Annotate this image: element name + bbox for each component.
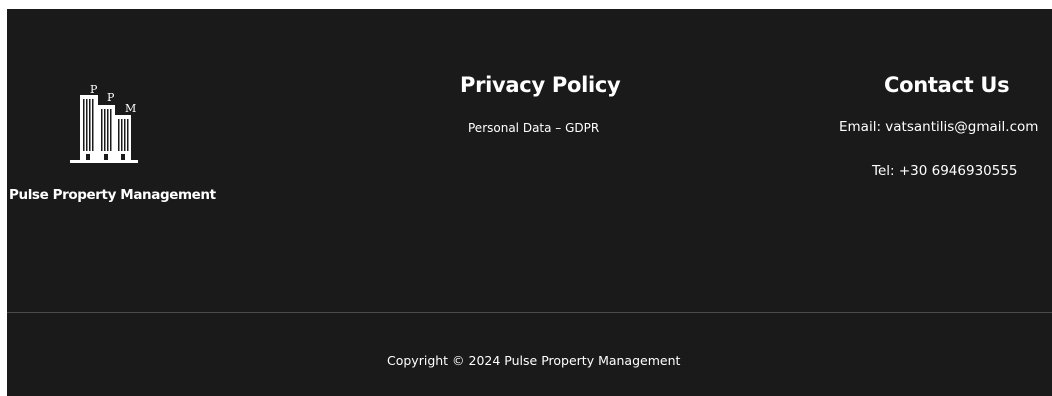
logo-letter-2: P — [107, 91, 115, 104]
contact-phone[interactable]: Tel: +30 6946930555 — [872, 163, 1018, 179]
logo-letter-3: M — [125, 102, 136, 115]
privacy-policy-heading: Privacy Policy — [460, 73, 621, 97]
logo-letter-1: P — [90, 83, 98, 96]
ppm-logo[interactable]: P P M — [70, 77, 150, 169]
contact-us-heading: Contact Us — [884, 73, 1010, 97]
buildings-logo-icon: P P M — [70, 83, 138, 163]
footer-divider — [7, 312, 1052, 313]
copyright-text: Copyright © 2024 Pulse Property Manageme… — [387, 353, 681, 368]
site-footer: P P M Pulse Property Management Privacy … — [7, 9, 1052, 396]
brand-name: Pulse Property Management — [9, 187, 216, 203]
contact-email[interactable]: Email: vatsantilis@gmail.com — [839, 119, 1038, 135]
personal-data-gdpr-link[interactable]: Personal Data – GDPR — [468, 121, 599, 135]
